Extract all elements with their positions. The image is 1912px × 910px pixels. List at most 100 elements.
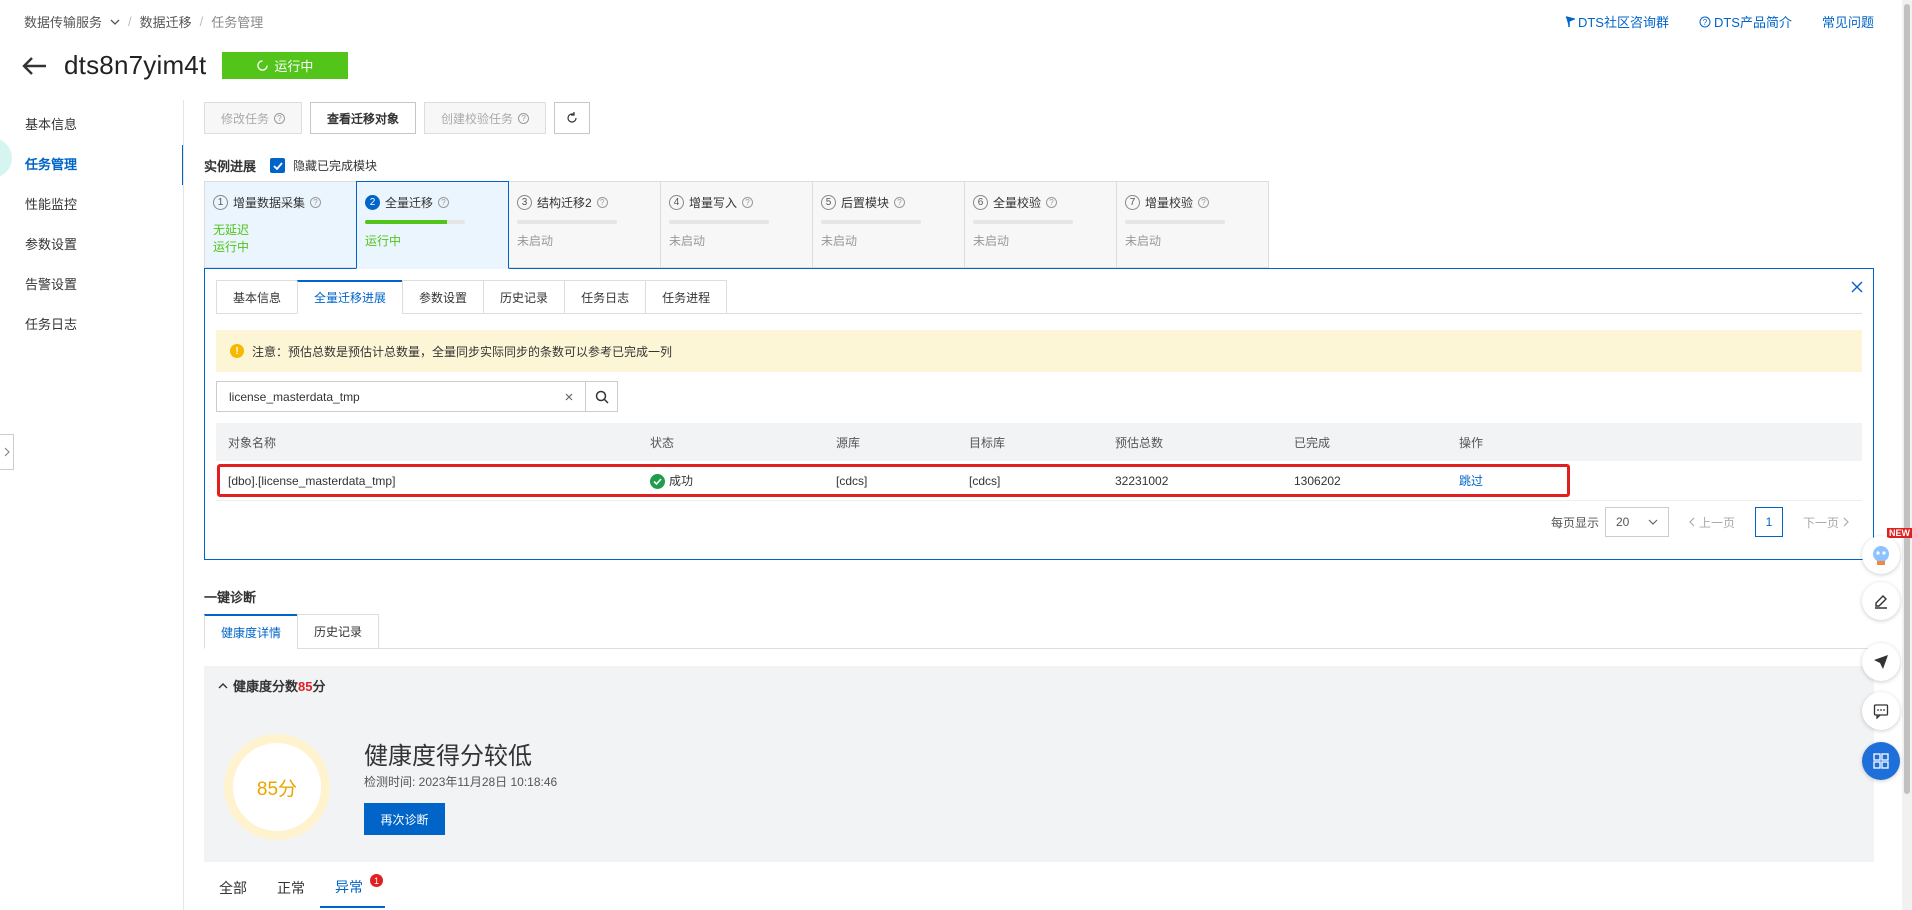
robot-icon: [1873, 546, 1889, 565]
help-icon: ?: [310, 197, 322, 208]
highlight-box: [217, 464, 1570, 497]
abnormal-count-badge: 1: [370, 874, 383, 887]
clear-icon[interactable]: [565, 393, 573, 401]
hide-done-checkbox[interactable]: 隐藏已完成模块: [270, 157, 377, 174]
diagnosis-tabs: 健康度详情 历史记录: [204, 614, 380, 649]
step-item[interactable]: 5 后置模块? 未启动: [812, 181, 965, 268]
step-progress-bar: [1125, 220, 1225, 224]
step-item[interactable]: 3 结构迁移2? 未启动: [508, 181, 661, 268]
refresh-button[interactable]: [554, 102, 591, 134]
search-button[interactable]: [586, 381, 618, 412]
tab-task-process[interactable]: 任务进程: [645, 280, 728, 314]
panel-tabs: 基本信息 全量迁移进展 参数设置 历史记录 任务日志 任务进程: [216, 280, 728, 314]
tab-all[interactable]: 全部: [204, 868, 262, 908]
step-item[interactable]: 4 增量写入? 未启动: [660, 181, 813, 268]
diagnosis-tabs-divider: [204, 648, 1874, 649]
detect-time: 检测时间: 2023年11月28日 10:18:46: [364, 775, 558, 789]
sidebar-item-basic-info[interactable]: 基本信息: [0, 105, 184, 145]
tab-normal[interactable]: 正常: [262, 868, 320, 908]
modify-task-button[interactable]: 修改任务?: [204, 102, 303, 134]
chevron-right-icon: [1843, 517, 1849, 527]
sidebar-divider: [183, 100, 184, 910]
loading-icon: [257, 60, 269, 71]
tab-diagnosis-history[interactable]: 历史记录: [297, 614, 380, 649]
progress-header: 实例进展 隐藏已完成模块: [204, 156, 377, 175]
step-list: 1 增量数据采集? 无延迟 运行中 2 全量迁移? 运行中 3 结构迁移2? 未启动 …: [204, 181, 1269, 269]
send-button[interactable]: [1862, 643, 1900, 681]
view-objects-button[interactable]: 查看迁移对象: [310, 102, 417, 134]
faq-link[interactable]: 常见问题: [1822, 12, 1874, 31]
step-item[interactable]: 7 增量校验? 未启动: [1116, 181, 1269, 268]
rediagnose-button[interactable]: 再次诊断: [364, 803, 445, 835]
close-icon[interactable]: [1851, 281, 1863, 293]
page-number[interactable]: 1: [1754, 507, 1783, 537]
scrollbar[interactable]: [1902, 0, 1912, 910]
chevron-up-icon: [218, 682, 228, 688]
sidebar-item-task-log[interactable]: 任务日志: [0, 305, 184, 345]
warning-icon: !: [230, 344, 244, 358]
status-badge: 运行中: [222, 52, 349, 79]
side-nav: 基本信息 任务管理 性能监控 参数设置 告警设置 任务日志: [0, 105, 184, 345]
diagnosis-title: 一键诊断: [204, 590, 257, 605]
notice-banner: ! 注意：预估总数是预估计总数量，全量同步实际同步的条数可以参考已完成一列: [216, 330, 1862, 372]
search-input[interactable]: license_masterdata_tmp: [216, 381, 586, 412]
new-badge: NEW: [1887, 528, 1912, 538]
tab-abnormal[interactable]: 异常 1: [320, 868, 385, 908]
sidebar-item-task-management[interactable]: 任务管理: [0, 145, 184, 185]
tab-task-log[interactable]: 任务日志: [564, 280, 647, 314]
step-progress-bar: [821, 220, 921, 224]
step-item[interactable]: 1 增量数据采集? 无延迟 运行中: [204, 181, 357, 268]
step-progress-bar: [669, 220, 769, 224]
chevron-down-icon: [1648, 519, 1658, 525]
tab-parameters[interactable]: 参数设置: [402, 280, 485, 314]
flag-icon: [1565, 15, 1575, 27]
tab-full-migration-progress[interactable]: 全量迁移进展: [297, 280, 404, 314]
help-circle-icon: ?: [1699, 16, 1711, 27]
checkbox-checked-icon: [270, 158, 286, 173]
refresh-icon: [567, 112, 577, 123]
score-value: 85分: [233, 743, 321, 831]
svg-text:?: ?: [1703, 18, 1708, 27]
progress-label: 实例进展: [204, 159, 257, 174]
paper-plane-icon: [1874, 655, 1888, 669]
chevron-down-icon[interactable]: [110, 17, 120, 27]
scroll-thumb[interactable]: [1904, 4, 1910, 794]
edit-feedback-button[interactable]: [1862, 582, 1900, 620]
help-icon: ?: [1198, 197, 1210, 208]
migration-detail-panel: 基本信息 全量迁移进展 参数设置 历史记录 任务日志 任务进程 ! 注意：预估总…: [204, 268, 1874, 560]
chat-icon: [1873, 704, 1889, 719]
sidebar-item-alerts[interactable]: 告警设置: [0, 265, 184, 305]
sidebar-item-performance[interactable]: 性能监控: [0, 185, 184, 225]
search-icon: [595, 390, 609, 404]
sidebar-item-parameters[interactable]: 参数设置: [0, 225, 184, 265]
page-title: dts8n7yim4t: [64, 50, 207, 80]
create-check-task-button[interactable]: 创建校验任务?: [424, 102, 547, 134]
help-icon: ?: [742, 197, 754, 208]
tab-basic-info[interactable]: 基本信息: [216, 280, 299, 314]
breadcrumb-current: 任务管理: [211, 15, 264, 30]
intro-link[interactable]: ? DTS产品简介: [1699, 12, 1792, 31]
community-link[interactable]: DTS社区咨询群: [1565, 12, 1669, 31]
breadcrumb-service[interactable]: 数据传输服务: [24, 12, 102, 31]
back-arrow-icon[interactable]: [22, 56, 48, 76]
assistant-robot-button[interactable]: [1862, 536, 1900, 574]
step-item[interactable]: 6 全量校验? 未启动: [964, 181, 1117, 268]
toolbar: 修改任务? 查看迁移对象 创建校验任务?: [204, 102, 591, 134]
breadcrumb-migrate[interactable]: 数据迁移: [140, 12, 192, 31]
chat-button[interactable]: [1862, 692, 1900, 730]
score-ring: 85分: [224, 734, 330, 840]
grid-icon: [1873, 753, 1889, 769]
tab-health-details[interactable]: 健康度详情: [204, 614, 299, 649]
prev-page-button[interactable]: 上一页: [1675, 514, 1749, 531]
step-progress-bar: [517, 220, 617, 224]
edit-icon: [1875, 595, 1887, 609]
health-score-header[interactable]: 健康度分数85分: [218, 676, 326, 695]
page-size-select[interactable]: 20: [1604, 507, 1669, 537]
next-page-button[interactable]: 下一页: [1789, 514, 1863, 531]
help-icon: ?: [518, 112, 530, 124]
tab-history[interactable]: 历史记录: [483, 280, 566, 314]
apps-button[interactable]: [1862, 742, 1900, 780]
result-filter-tabs: 全部 正常 异常 1: [204, 868, 385, 908]
expand-sidebar-button[interactable]: [0, 434, 14, 470]
step-item-current[interactable]: 2 全量迁移? 运行中: [356, 181, 509, 269]
